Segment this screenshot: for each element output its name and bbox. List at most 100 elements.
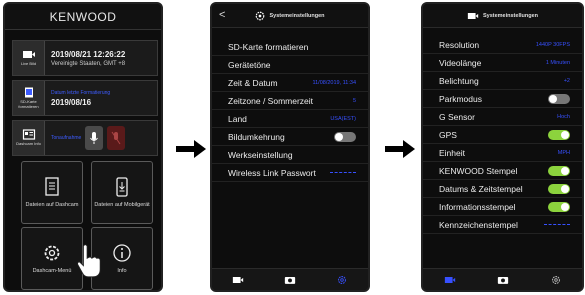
setting-row-wireless-password[interactable]: Wireless Link Passwort [212,164,368,182]
setting-row-info-stamp[interactable]: Informationsstempel [423,198,582,216]
setting-row-resolution[interactable]: Resolution 1440P 30FPS [423,36,582,54]
setting-value: 11/08/2019, 11:34 [312,79,356,86]
setting-row-parking-mode[interactable]: Parkmodus [423,90,582,108]
phone-system-settings-2: Systemeinstellungen Resolution 1440P 30F… [421,2,584,292]
setting-label: GPS [439,129,457,140]
date-time-stamp-toggle[interactable] [548,183,570,194]
brand-logo: KENWOOD [5,4,161,30]
tap-hand-icon [77,244,101,278]
settings-nav-icon[interactable] [336,275,348,285]
live-view-nav-icon[interactable] [232,275,244,285]
kenwood-stamp-toggle[interactable] [548,165,570,176]
setting-row-unit[interactable]: Einheit MPH [423,144,582,162]
setting-label: Gerätetöne [228,59,271,70]
setting-row-device-sounds[interactable]: Gerätetöne [212,56,368,74]
setting-row-country[interactable]: Land USA(EST) [212,110,368,128]
camera-nav-icon[interactable] [497,275,509,285]
setting-row-video-length[interactable]: Videolänge 1 Minuten [423,54,582,72]
dashcam-menu-tile[interactable]: Dashcam-Menü [21,227,83,290]
gear-icon [44,245,60,261]
info-icon [113,244,131,262]
setting-row-exposure[interactable]: Belichtung +2 [423,72,582,90]
mic-on-button[interactable] [85,126,104,150]
parking-mode-toggle[interactable] [548,93,570,104]
sd-format-row[interactable]: SD-Karte formatieren Datum letzte Format… [12,80,158,116]
current-datetime: 2019/08/21 12:26:22 [51,49,126,59]
setting-label: Wireless Link Passwort [228,167,316,178]
document-icon [45,177,59,196]
settings-nav-icon[interactable] [550,275,562,285]
gps-toggle[interactable] [548,129,570,140]
settings-header: < Systemeinstellungen [212,4,368,28]
setting-row-plate-stamp[interactable]: Kennzeichenstempel [423,216,582,234]
setting-label: Werkseinstellung [228,149,293,160]
files-on-mobile-tile[interactable]: Dateien auf Mobilgerät [91,161,153,224]
arrow-right-icon [385,140,415,158]
setting-row-g-sensor[interactable]: G Sensor Hoch [423,108,582,126]
phone-system-settings-1: < Systemeinstellungen SD-Karte formatier… [210,2,370,292]
live-view-row[interactable]: Live Bild 2019/08/21 12:26:22 Vereinigte… [12,40,158,76]
setting-label: Zeit & Datum [228,77,278,88]
camera-nav-icon[interactable] [284,275,296,285]
timezone-text: Vereinigte Staaten, GMT +8 [51,60,126,67]
bottom-nav [212,268,368,290]
dashcam-info-row[interactable]: Dashcam Info Tonaufnahme [12,120,158,156]
files-on-dashcam-label: Dateien auf Dashcam [25,202,79,208]
settings-title: Systemeinstellungen [269,12,325,19]
settings-title: Systemeinstellungen [482,12,539,19]
setting-label: Kennzeichenstempel [439,219,518,230]
live-view-nav-icon[interactable] [444,275,456,285]
setting-label: Informationsstempel [439,201,516,212]
setting-label: Resolution [439,39,480,50]
setting-label: Einheit [439,147,465,158]
files-on-dashcam-tile[interactable]: Dateien auf Dashcam [21,161,83,224]
sd-format-button[interactable]: SD-Karte formatieren [13,81,45,115]
image-flip-toggle[interactable] [334,131,356,142]
setting-row-sd-format[interactable]: SD-Karte formatieren [212,38,368,56]
setting-label: Bildumkehrung [228,131,285,142]
voice-recording-label: Tonaufnahme [51,135,82,141]
video-camera-icon [22,51,35,59]
live-view-caption: Live Bild [20,61,37,67]
live-view-button[interactable]: Live Bild [13,41,45,75]
setting-value: 1440P 30FPS [535,41,570,48]
setting-label: Belichtung [439,75,479,86]
settings-list: SD-Karte formatieren Gerätetöne Zeit & D… [212,38,368,182]
setting-row-kenwood-stamp[interactable]: KENWOOD Stempel [423,162,582,180]
setting-value: 5 [352,97,356,104]
setting-label: Parkmodus [439,93,482,104]
setting-label: Videolänge [439,57,482,68]
settings-gear-icon [256,11,265,20]
setting-value: Hoch [557,113,570,120]
phone-home-screen: KENWOOD Live Bild 2019/08/21 12:26:22 Ve… [3,2,163,292]
setting-value: +2 [563,77,570,84]
setting-label: Datums & Zeitstempel [439,183,523,194]
sd-format-caption: SD-Karte formatieren [18,99,39,109]
files-on-mobile-label: Dateien auf Mobilgerät [94,202,150,208]
setting-label: Land [228,113,247,124]
setting-row-factory-reset[interactable]: Werkseinstellung [212,146,368,164]
mic-off-button[interactable] [107,126,126,150]
video-camera-icon [467,12,479,19]
manual-illustration: KENWOOD Live Bild 2019/08/21 12:26:22 Ve… [0,0,585,295]
last-format-date: 2019/08/16 [51,97,92,107]
info-stamp-toggle[interactable] [548,201,570,212]
bottom-nav [423,268,582,290]
setting-row-timezone[interactable]: Zeitzone / Sommerzeit 5 [212,92,368,110]
phone-download-icon [116,177,128,197]
setting-row-date-time-stamp[interactable]: Datums & Zeitstempel [423,180,582,198]
setting-label: KENWOOD Stempel [439,165,518,176]
setting-value: USA(EST) [330,115,356,122]
setting-row-gps[interactable]: GPS [423,126,582,144]
settings-header: Systemeinstellungen [423,4,582,28]
last-format-label: Datum letzte Formatierung [51,89,111,96]
microphone-muted-icon [111,131,121,145]
dashcam-info-button[interactable]: Dashcam Info [13,121,45,155]
setting-row-time-date[interactable]: Zeit & Datum 11/08/2019, 11:34 [212,74,368,92]
microphone-icon [90,132,99,144]
info-label: Info [117,268,127,274]
back-button[interactable]: < [219,10,225,21]
setting-value: 1 Minuten [545,59,570,66]
info-card-icon [22,129,35,140]
setting-row-image-flip[interactable]: Bildumkehrung [212,128,368,146]
